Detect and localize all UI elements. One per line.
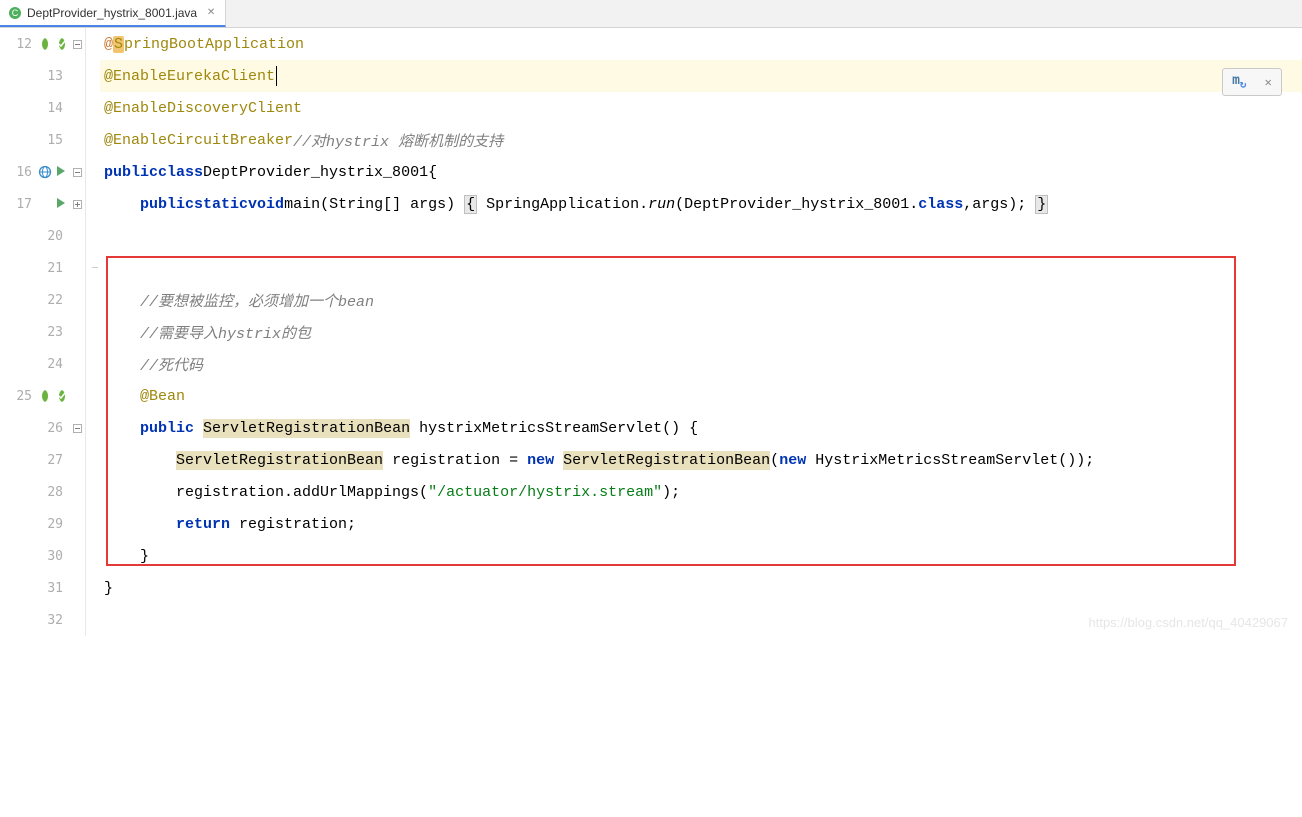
highlighted-type: ServletRegistrationBean — [176, 451, 383, 470]
line-number: 22 — [41, 293, 63, 308]
gutter-row[interactable]: 31 — [0, 572, 85, 604]
code-line[interactable] — [100, 604, 1302, 636]
tab-filename: DeptProvider_hystrix_8001.java — [27, 6, 197, 20]
run-icon[interactable] — [55, 165, 69, 179]
spring-bean-icon[interactable] — [38, 37, 52, 51]
annotation: @EnableCircuitBreaker — [104, 132, 293, 149]
code-line[interactable]: } — [100, 540, 1302, 572]
line-number: 12 — [10, 37, 32, 52]
gutter-row[interactable]: 22 — [0, 284, 85, 316]
code-line[interactable]: @S@SpringBootApplicationpringBootApplica… — [100, 28, 1302, 60]
line-number: 20 — [41, 229, 63, 244]
comment: //死代码 — [140, 354, 203, 375]
annotation: @EnableDiscoveryClient — [104, 100, 302, 117]
globe-icon[interactable] — [38, 165, 52, 179]
line-number: 26 — [41, 421, 63, 436]
line-number: 31 — [41, 581, 63, 596]
gutter-row[interactable]: 13 — [0, 60, 85, 92]
text-cursor — [276, 66, 277, 86]
gutter: 12 13 14 15 16 17 20 21 22 23 24 25 — [0, 28, 86, 636]
gutter-row[interactable]: 24 — [0, 348, 85, 380]
code-line[interactable]: public ServletRegistrationBean hystrixMe… — [100, 412, 1302, 444]
line-number: 21 — [41, 261, 63, 276]
gutter-row[interactable]: 23 — [0, 316, 85, 348]
tab-bar: C DeptProvider_hystrix_8001.java ✕ — [0, 0, 1302, 28]
line-number: 13 — [41, 69, 63, 84]
annotation: @EnableEurekaClient — [104, 68, 275, 85]
code-line[interactable]: @EnableDiscoveryClient — [100, 92, 1302, 124]
gutter-row[interactable]: 30 — [0, 540, 85, 572]
comment: //要想被监控，必须增加一个bean — [140, 290, 374, 311]
gutter-row[interactable]: 29 — [0, 508, 85, 540]
line-number: 25 — [10, 389, 32, 404]
gutter-row[interactable]: 20 — [0, 220, 85, 252]
close-icon[interactable]: ✕ — [1265, 75, 1272, 89]
fold-toggle-icon[interactable] — [73, 167, 82, 178]
line-number: 17 — [10, 197, 32, 212]
code-line[interactable]: //要想被监控，必须增加一个bean — [100, 284, 1302, 316]
code-line[interactable]: @EnableCircuitBreaker //对hystrix 熔断机制的支持 — [100, 124, 1302, 156]
svg-text:C: C — [12, 8, 19, 18]
gutter-row[interactable]: 28 — [0, 476, 85, 508]
code-line[interactable]: @EnableEurekaClient — [100, 60, 1302, 92]
tool-icon[interactable]: m↻ — [1232, 73, 1246, 91]
code-line[interactable]: ServletRegistrationBean registration = n… — [100, 444, 1302, 476]
code-line[interactable]: registration.addUrlMappings("/actuator/h… — [100, 476, 1302, 508]
annotation: @S@SpringBootApplicationpringBootApplica… — [104, 36, 304, 53]
line-number: 30 — [41, 549, 63, 564]
floating-tool-panel[interactable]: m↻ ✕ — [1222, 68, 1282, 96]
code-line[interactable]: //需要导入hystrix的包 — [100, 316, 1302, 348]
line-number: 32 — [41, 613, 63, 628]
string-literal: "/actuator/hystrix.stream" — [428, 484, 662, 501]
line-number: 27 — [41, 453, 63, 468]
line-number: 28 — [41, 485, 63, 500]
fold-toggle-icon[interactable] — [73, 39, 82, 50]
line-number: 23 — [41, 325, 63, 340]
java-class-icon: C — [8, 6, 22, 20]
code-line[interactable]: public class DeptProvider_hystrix_8001 { — [100, 156, 1302, 188]
spring-bean-check-icon[interactable] — [55, 37, 69, 51]
highlighted-type: ServletRegistrationBean — [563, 451, 770, 470]
line-number: 16 — [10, 165, 32, 180]
highlighted-type: ServletRegistrationBean — [203, 419, 410, 438]
code-line[interactable]: public static void main(String[] args) {… — [100, 188, 1302, 220]
code-line[interactable] — [100, 220, 1302, 252]
gutter-row[interactable]: 21 — [0, 252, 85, 284]
code-line[interactable]: //死代码 — [100, 348, 1302, 380]
line-number: 14 — [41, 101, 63, 116]
code-line[interactable]: return registration; — [100, 508, 1302, 540]
annotation: @Bean — [140, 388, 185, 405]
gutter-row[interactable]: 27 — [0, 444, 85, 476]
fold-toggle-icon[interactable] — [73, 199, 82, 210]
spring-bean-icon[interactable] — [38, 389, 52, 403]
gutter-row[interactable]: 14 — [0, 92, 85, 124]
gutter-row[interactable]: 32 — [0, 604, 85, 636]
run-icon[interactable] — [55, 197, 69, 211]
code-line[interactable]: } — [100, 572, 1302, 604]
line-number: 24 — [41, 357, 63, 372]
code-area[interactable]: @S@SpringBootApplicationpringBootApplica… — [100, 28, 1302, 636]
code-line[interactable] — [100, 252, 1302, 284]
editor-tab[interactable]: C DeptProvider_hystrix_8001.java ✕ — [0, 0, 226, 27]
editor: 12 13 14 15 16 17 20 21 22 23 24 25 — [0, 28, 1302, 636]
close-icon[interactable]: ✕ — [205, 7, 217, 19]
gutter-row[interactable]: 15 — [0, 124, 85, 156]
spring-bean-check-icon[interactable] — [55, 389, 69, 403]
line-number: 29 — [41, 517, 63, 532]
code-line[interactable]: @Bean — [100, 380, 1302, 412]
fold-toggle-icon[interactable] — [73, 423, 82, 434]
line-number: 15 — [41, 133, 63, 148]
gutter-row[interactable]: 25 — [0, 380, 85, 412]
comment: //对hystrix 熔断机制的支持 — [293, 130, 503, 151]
fold-column — [86, 28, 100, 636]
comment: //需要导入hystrix的包 — [140, 322, 311, 343]
